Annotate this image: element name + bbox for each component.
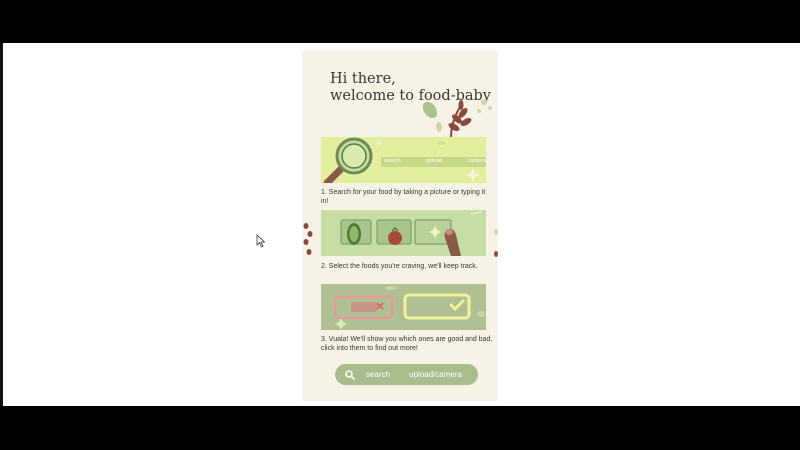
step-2-text: 2. Select the foods you're craving, we'l… [321, 263, 478, 270]
banner-label-search: search [384, 158, 401, 164]
select-step-banner [321, 210, 486, 256]
search-button[interactable]: search [366, 370, 390, 379]
banner-label-upload: upload [425, 158, 443, 164]
welcome-line-1: Hi there, [330, 71, 396, 87]
right-leaf-decoration-icon [494, 229, 498, 257]
banner-tab-labels: search upload camera [384, 158, 486, 164]
search-upload-bar[interactable]: search upload/camera [335, 364, 478, 385]
good-bad-indicator-icon [333, 286, 485, 330]
left-leaf-decoration-icon [303, 223, 313, 255]
step-1-text: 1. Search for your food by taking a pict… [321, 189, 486, 205]
results-step-banner [321, 284, 486, 330]
food-selection-icon [340, 211, 482, 256]
search-step-banner: search upload camera [321, 137, 486, 183]
upload-camera-button[interactable]: upload/camera [409, 370, 462, 379]
banner-label-camera: camera [467, 158, 486, 164]
search-icon[interactable] [345, 369, 355, 380]
app-screen: Hi there, welcome to food-baby search up… [303, 51, 497, 400]
window-edge [0, 43, 3, 406]
mouse-cursor-icon [256, 234, 266, 248]
leaf-decoration-icon [422, 99, 492, 137]
step-3-text: 3. Vuala! We'll show you which ones are … [321, 336, 493, 352]
